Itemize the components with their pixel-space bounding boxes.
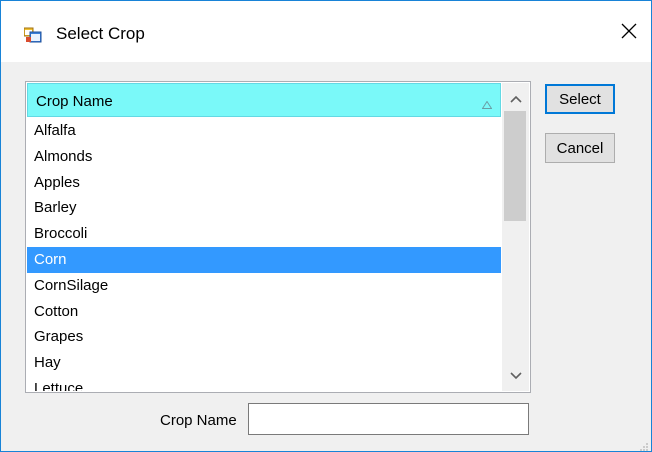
list-item[interactable]: Alfalfa (27, 118, 501, 144)
vertical-scrollbar[interactable] (502, 83, 529, 391)
list-item[interactable]: CornSilage (27, 273, 501, 299)
crop-list[interactable]: Crop Name Alfalfa Almonds Apples Barley … (25, 81, 531, 393)
list-item[interactable]: Cotton (27, 299, 501, 325)
cancel-button[interactable]: Cancel (545, 133, 615, 163)
crop-name-label: Crop Name (160, 412, 237, 429)
select-button[interactable]: Select (545, 84, 615, 114)
scroll-thumb[interactable] (504, 111, 526, 221)
title-bar: Select Crop (1, 1, 651, 62)
list-item[interactable]: Barley (27, 195, 501, 221)
chevron-up-icon (509, 90, 522, 108)
window-title: Select Crop (56, 24, 145, 43)
chevron-down-icon (509, 367, 522, 385)
list-item[interactable]: Lettuce (27, 376, 501, 391)
list-item-selected[interactable]: Corn (27, 246, 501, 273)
list-item[interactable]: Broccoli (27, 221, 501, 247)
app-window-icon (23, 25, 42, 43)
sort-ascending-icon (481, 96, 493, 109)
crop-rows: Alfalfa Almonds Apples Barley Broccoli C… (27, 118, 501, 391)
close-icon (621, 23, 637, 44)
resize-grip-icon[interactable] (639, 439, 649, 451)
list-item[interactable]: Hay (27, 350, 501, 376)
list-item[interactable]: Apples (27, 170, 501, 196)
list-item[interactable]: Grapes (27, 324, 501, 350)
crop-name-input[interactable] (248, 403, 529, 435)
column-header-label: Crop Name (36, 93, 113, 110)
scroll-down-button[interactable] (502, 362, 529, 389)
column-header-crop-name[interactable]: Crop Name (27, 83, 501, 117)
scroll-up-button[interactable] (502, 85, 529, 112)
list-item[interactable]: Almonds (27, 144, 501, 170)
close-button[interactable] (607, 11, 651, 55)
select-crop-dialog: Select Crop Crop Name Alfalfa Almonds Ap… (0, 0, 652, 452)
